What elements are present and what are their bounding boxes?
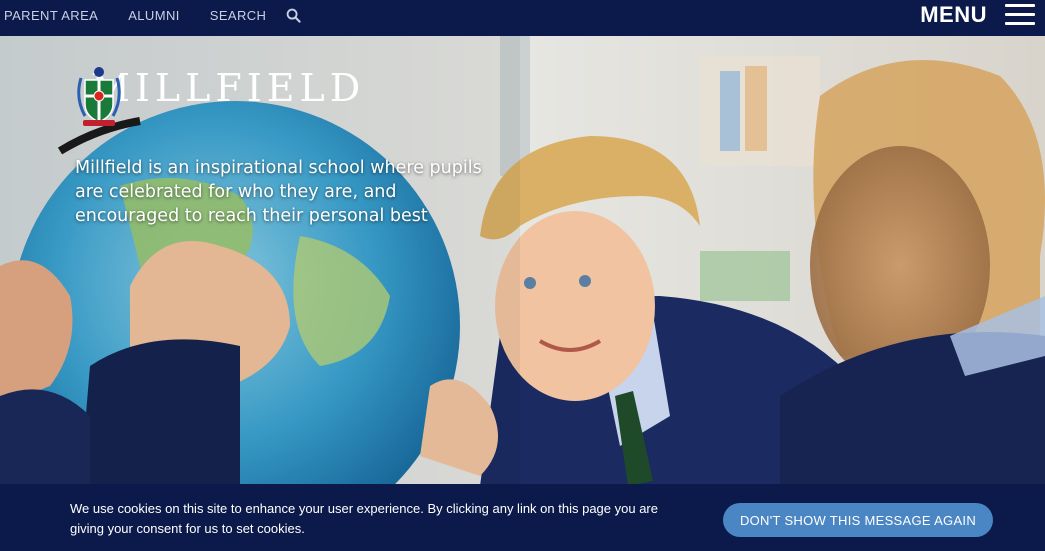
search-icon[interactable] [286,8,301,23]
hero-tagline: Millfield is an inspirational school whe… [75,158,482,226]
top-nav: PARENT AREA ALUMNI SEARCH [4,0,301,30]
top-bar: PARENT AREA ALUMNI SEARCH MENU [0,0,1045,36]
parent-area-link[interactable]: PARENT AREA [4,8,98,23]
brand-name: MILLFIELD [91,66,366,110]
alumni-link[interactable]: ALUMNI [128,8,180,23]
menu-label: MENU [920,2,987,27]
search-link[interactable]: SEARCH [210,8,267,23]
school-crest-icon [77,67,121,126]
hero-banner: MILLFIELD Millfield is an inspirational … [0,36,1045,484]
menu-button[interactable]: MENU [920,0,1035,30]
hamburger-icon [1005,4,1035,26]
cookie-message: We use cookies on this site to enhance y… [70,501,658,536]
dismiss-cookie-button[interactable]: DON'T SHOW THIS MESSAGE AGAIN [723,503,993,537]
brand-logo[interactable]: MILLFIELD [75,66,366,126]
cookie-banner: We use cookies on this site to enhance y… [0,484,1045,551]
